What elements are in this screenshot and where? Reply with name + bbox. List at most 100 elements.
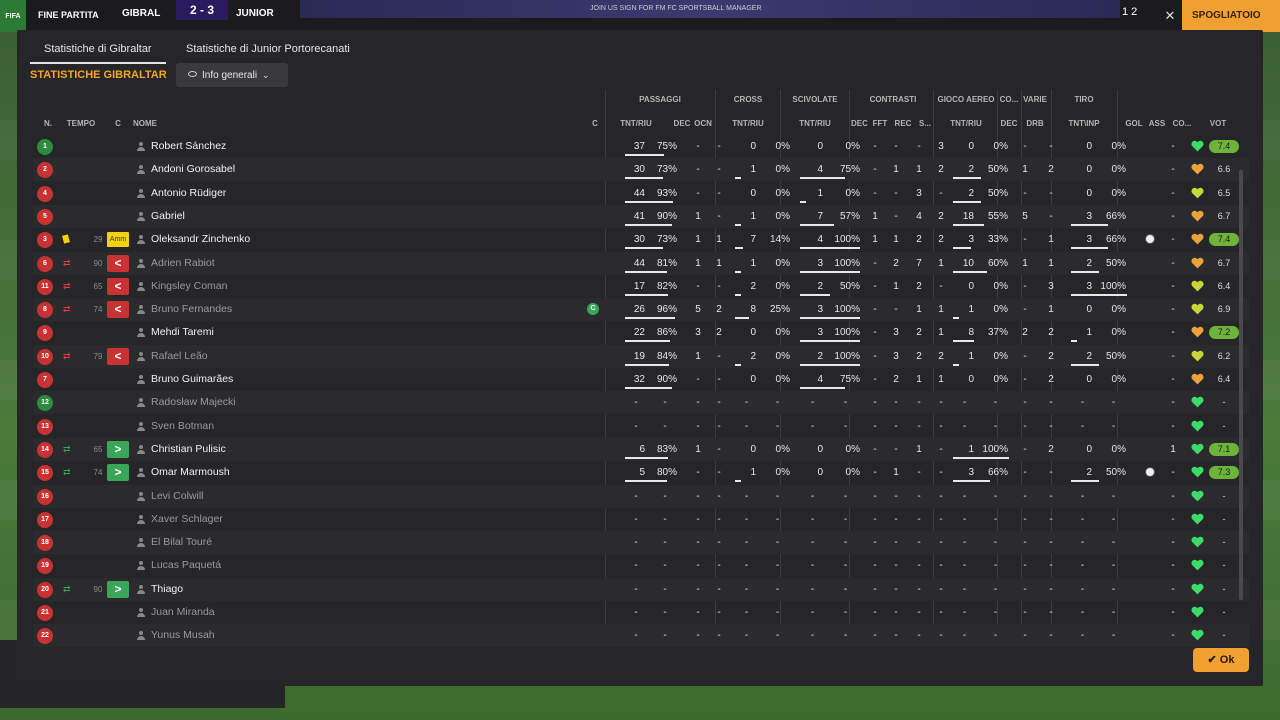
header-group-7[interactable]: TIRO	[1053, 95, 1115, 104]
vertical-scrollbar[interactable]	[1239, 170, 1243, 600]
sliding-percent: -	[843, 630, 848, 642]
player-name[interactable]: Antonio Rüdiger	[151, 182, 411, 205]
column-header-nome[interactable]: NOME	[133, 119, 333, 128]
sub-in-button[interactable]: >	[107, 464, 129, 482]
player-name[interactable]: El Bilal Touré	[151, 531, 411, 554]
table-row[interactable]: 18 El Bilal Touré - - - - - - - - - - - - - - - - - - - -	[33, 531, 1249, 555]
column-header-tiro[interactable]: TNT\INP	[1053, 119, 1115, 128]
column-header-gol[interactable]: GOL	[1123, 119, 1145, 128]
column-header-vot[interactable]: VOT	[1199, 119, 1237, 128]
player-name[interactable]: Omar Marmoush	[151, 461, 411, 484]
player-name[interactable]: Adrien Rabiot	[151, 252, 411, 275]
player-name[interactable]: Christian Pulisic	[151, 438, 411, 461]
condition-heart-icon	[1191, 140, 1204, 152]
con-dec: -	[873, 420, 877, 432]
table-row[interactable]: 9 Mehdi Taremi 22 86% 3 2 0 0% 3 100% -3 2 1 8 37% 2 2 1 0…	[33, 321, 1249, 344]
header-group-4[interactable]: GIOCO AEREO	[935, 95, 997, 104]
table-row[interactable]: 20 ⇄ 90 > Thiago - - - - - - - - - - - - - - - - - - - -	[33, 577, 1249, 601]
table-row[interactable]: 13 Sven Botman - - - - - - - - - - - - - - - - - - - -	[33, 415, 1249, 438]
table-row[interactable]: 12 Radosław Majecki - - - - - - - - - - - - - - - - - - - -	[33, 391, 1249, 415]
column-header-aer-tr[interactable]: TNT/RIU	[935, 119, 997, 128]
column-header-con-dec[interactable]: DEC	[851, 119, 868, 128]
table-row[interactable]: 1 Robert Sánchez 37 75% - -0 0% 0 0% - - -3 0 0% - -0 0%…	[33, 135, 1249, 158]
table-row[interactable]: 8 ⇄ 74 < Bruno Fernandes C 26 96% 5 2 8 25% 3 100% - -1…	[33, 298, 1249, 322]
player-name[interactable]: Oleksandr Zinchenko	[151, 228, 411, 251]
player-name[interactable]: Levi Colwill	[151, 485, 411, 508]
ok-button[interactable]: ✔ Ok	[1193, 648, 1249, 672]
table-row[interactable]: 5 Gabriel 41 90% 1-1 0% 7 57% 1-4 2 18 55% 5-3 66% -6.…	[33, 204, 1249, 228]
table-row[interactable]: 19 Lucas Paquetá - - - - - - - - - - - - - - - - - - - -	[33, 554, 1249, 577]
player-name[interactable]: Andoni Gorosabel	[151, 158, 411, 181]
header-group-1[interactable]: CROSS	[717, 95, 779, 104]
sub-out-button[interactable]: <	[107, 254, 129, 272]
sub-in-button[interactable]: >	[107, 580, 129, 598]
player-name[interactable]: Sven Botman	[151, 415, 411, 438]
aerial-bar	[953, 363, 959, 366]
column-header-con-s[interactable]: S...	[915, 119, 935, 128]
column-header-co-dec[interactable]: DEC	[999, 119, 1019, 128]
column-header-pass-dec[interactable]: DEC	[672, 119, 692, 128]
header-group-2[interactable]: SCIVOLATE	[782, 95, 848, 104]
sub-out-button[interactable]: <	[107, 347, 129, 365]
column-header-var-drb[interactable]: DRB	[1023, 119, 1047, 128]
player-name[interactable]: Bruno Fernandes	[151, 298, 411, 321]
table-row[interactable]: 11 ⇄ 65 < Kingsley Coman 17 82% - -2 0% 2 50% -1 2-0 0…	[33, 275, 1249, 298]
column-header-c1[interactable]: C	[107, 119, 129, 128]
table-row[interactable]: 14 ⇄ 65 > Christian Pulisic 6 83% 1-0 0% 0 0% - -1-1…	[33, 437, 1249, 461]
player-name[interactable]: Xaver Schlager	[151, 508, 411, 531]
pass-ocn: -	[717, 467, 721, 479]
column-header-co[interactable]: CO...	[1169, 119, 1195, 128]
view-dropdown[interactable]: Info generali ⌄	[176, 63, 288, 87]
player-name[interactable]: Rafael Leão	[151, 345, 411, 368]
passes-bar	[625, 387, 672, 389]
player-name[interactable]: Juan Miranda	[151, 601, 411, 624]
table-row[interactable]: 21 Juan Miranda - - - - - - - - - - - - - - - - - - - -	[33, 601, 1249, 624]
column-header-ass[interactable]: ASS	[1147, 119, 1167, 128]
player-name[interactable]: Kingsley Coman	[151, 275, 411, 298]
column-header-n[interactable]: N.	[33, 119, 63, 128]
table-row[interactable]: 22 Yunus Musah - - - - - - - - - - - - - - - - - - - -	[33, 624, 1249, 648]
tab-away-stats[interactable]: Statistiche di Junior Portorecanati	[172, 38, 364, 64]
column-header-pass-tr[interactable]: TNT/RIU	[607, 119, 665, 128]
player-name[interactable]: Thiago	[151, 578, 411, 601]
table-row[interactable]: 4 Antonio Rüdiger 44 93% - -0 0% 1 0% - -3-2 50% - -0…	[33, 182, 1249, 205]
pass-dec: -	[696, 467, 700, 479]
table-row[interactable]: 16 Levi Colwill - - - - - - - - - - - - - - - - - - - -	[33, 484, 1249, 508]
table-row[interactable]: 2 Andoni Gorosabel 30 73% - -1 0% 4 75% -1 1 2 2 50% 1…	[33, 158, 1249, 182]
header-group-5[interactable]: CO...	[999, 95, 1019, 104]
column-header-con-rec[interactable]: REC	[891, 119, 915, 128]
tab-home-stats[interactable]: Statistiche di Gibraltar	[30, 38, 166, 64]
close-icon[interactable]: ✕	[1158, 2, 1182, 30]
column-header-c2[interactable]: C	[585, 119, 605, 128]
table-row[interactable]: 17 Xaver Schlager - - - - - - - - - - - - - - - - - - - -	[33, 508, 1249, 531]
column-header-cross-tr[interactable]: TNT/RIU	[717, 119, 779, 128]
player-name[interactable]: Mehdi Taremi	[151, 321, 411, 344]
header-group-0[interactable]: PASSAGGI	[607, 95, 713, 104]
player-name[interactable]: Radosław Majecki	[151, 391, 411, 414]
dropdown-label: Info generali	[202, 70, 258, 81]
player-name[interactable]: Lucas Paquetá	[151, 554, 411, 577]
table-row[interactable]: 15 ⇄ 74 > Omar Marmoush 5 80% - -1 0% 0 0% -1- -3 66% -…	[33, 461, 1249, 484]
column-header-con-fft[interactable]: FFT	[869, 119, 891, 128]
dressing-room-button[interactable]: SPOGLIATOIO	[1182, 0, 1280, 32]
sub-in-button[interactable]: >	[107, 440, 129, 458]
table-row[interactable]: 10 ⇄ 79 < Rafael Leão 19 84% 1-2 0% 2 100% -3 2 2 1 0% -…	[33, 344, 1249, 368]
header-group-6[interactable]: VARIE	[1023, 95, 1047, 104]
player-name[interactable]: Gabriel	[151, 205, 411, 228]
sub-out-button[interactable]: <	[107, 301, 129, 319]
player-name[interactable]: Bruno Guimarães	[151, 368, 411, 391]
table-row[interactable]: 7 Bruno Guimarães 32 90% - -0 0% 4 75% -2 1 1 0 0% -2 0…	[33, 368, 1249, 391]
player-name[interactable]: Yunus Musah	[151, 624, 411, 647]
column-header-tempo[interactable]: TEMPO	[61, 119, 101, 128]
column-header-pass-ocn[interactable]: OCN	[693, 119, 713, 128]
sub-out-button[interactable]: <	[107, 277, 129, 295]
player-name[interactable]: Robert Sánchez	[151, 135, 411, 158]
shirt-number: 1	[37, 139, 53, 155]
assists: -	[1171, 350, 1175, 362]
table-row[interactable]: 6 ⇄ 90 < Adrien Rabiot 44 81% 1 1 1 0% 3 100% -2 7 1 10 6…	[33, 251, 1249, 275]
column-header-sciv-tr[interactable]: TNT/RIU	[782, 119, 848, 128]
table-row[interactable]: 3 29 Amm Oleksandr Zinchenko 30 73% 1 1 7 14% 4 100…	[33, 228, 1249, 251]
header-group-3[interactable]: CONTRASTI	[851, 95, 935, 104]
shots-percent: 0%	[1111, 327, 1126, 339]
dribbles: -	[1049, 583, 1053, 595]
